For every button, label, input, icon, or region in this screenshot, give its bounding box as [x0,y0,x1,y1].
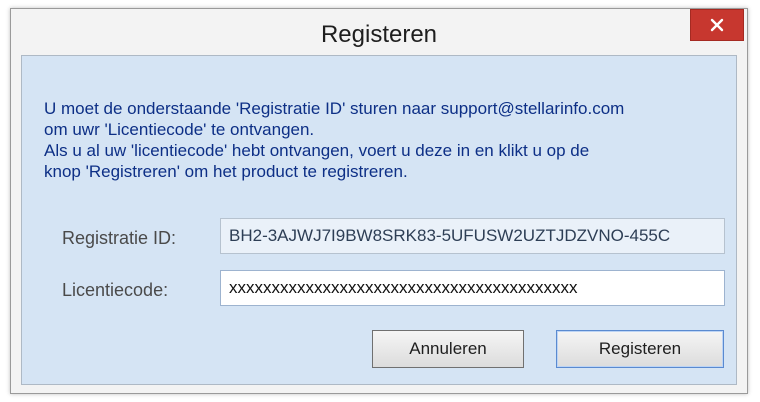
cancel-button[interactable]: Annuleren [372,330,524,368]
instructions-line-2: om uwr 'Licentiecode' te ontvangen. [44,120,315,139]
register-dialog: Registeren U moet de onderstaande 'Regis… [10,8,748,394]
close-icon [710,18,724,32]
instructions-text: U moet de onderstaande 'Registratie ID' … [44,98,724,182]
license-code-label: Licentiecode: [62,280,169,300]
instructions-line-3: Als u al uw 'licentiecode' hebt ontvange… [44,141,590,160]
dialog-content: U moet de onderstaande 'Registratie ID' … [21,55,737,385]
register-button[interactable]: Registeren [556,330,724,368]
dialog-title: Registeren [320,21,438,48]
license-code-input[interactable] [220,270,725,306]
instructions-line-1: U moet de onderstaande 'Registratie ID' … [44,99,625,118]
registration-id-field[interactable]: BH2-3AJWJ7I9BW8SRK83-5UFUSW2UZTJDZVNO-45… [220,218,725,254]
instructions-line-4: knop 'Registreren' om het product te reg… [44,162,408,181]
close-button[interactable] [690,9,744,41]
registration-id-label: Registratie ID: [62,228,177,248]
title-bar: Registeren [11,9,747,55]
